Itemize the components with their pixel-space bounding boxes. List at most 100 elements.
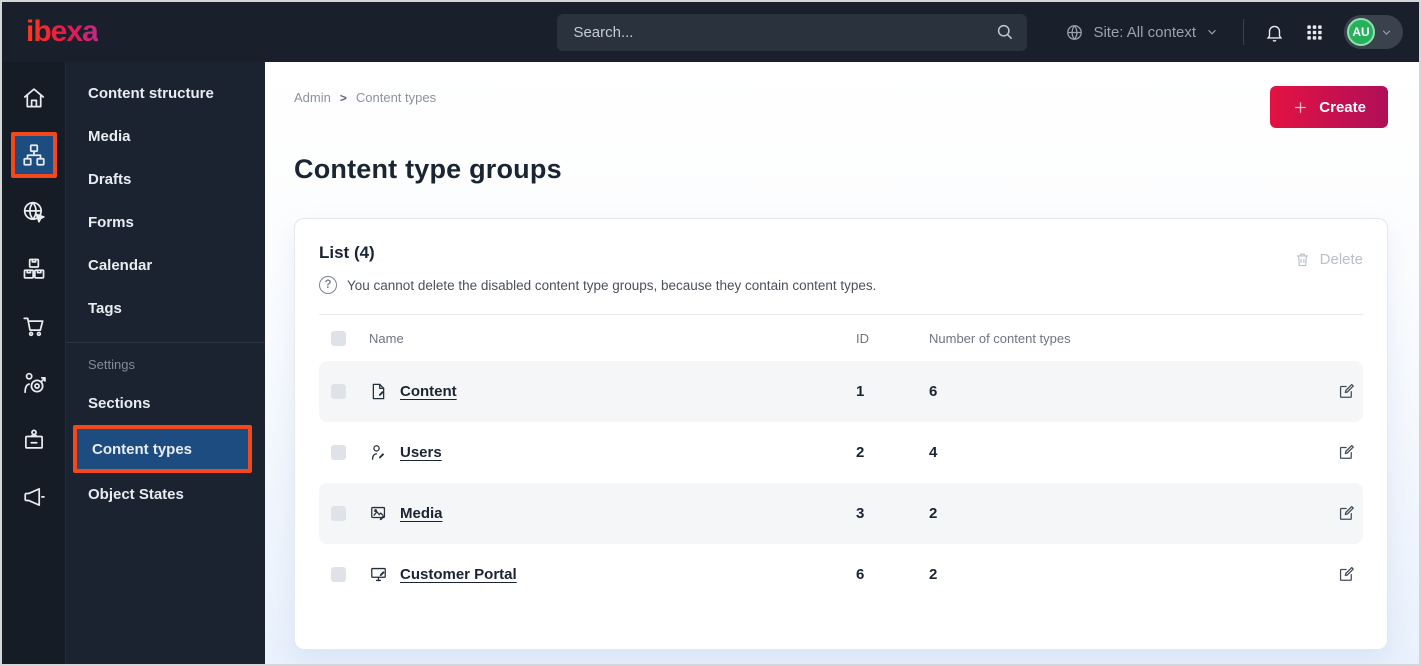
globe-pointer-icon xyxy=(21,199,47,225)
sidebar-item-drafts[interactable]: Drafts xyxy=(66,158,265,201)
group-content-type-count: 6 xyxy=(929,383,938,400)
sidebar-item-content-types[interactable]: Content types xyxy=(73,425,252,473)
table-header: Name ID Number of content types xyxy=(319,315,1363,361)
delete-button[interactable]: Delete xyxy=(1294,251,1363,268)
sidebar-item-sections[interactable]: Sections xyxy=(66,382,265,425)
sidebar-item-media[interactable]: Media xyxy=(66,115,265,158)
group-content-type-count: 2 xyxy=(929,566,938,583)
ibexa-logo[interactable]: ibexa xyxy=(26,15,99,49)
edit-group-button[interactable] xyxy=(1335,562,1358,588)
edit-icon xyxy=(1337,564,1356,583)
id-badge-icon xyxy=(21,427,47,453)
list-title: List (4) xyxy=(319,243,375,262)
row-checkbox[interactable] xyxy=(331,567,346,582)
edit-icon xyxy=(1337,503,1356,522)
image-edit-icon xyxy=(369,504,388,523)
rail-item-admin[interactable] xyxy=(11,417,57,463)
rail-item-dashboard[interactable] xyxy=(11,75,57,121)
cart-icon xyxy=(21,313,47,339)
trash-icon xyxy=(1294,251,1311,268)
rail-item-commerce[interactable] xyxy=(11,303,57,349)
select-all-checkbox[interactable] xyxy=(331,330,346,346)
chevron-down-icon xyxy=(1205,25,1219,39)
user-menu[interactable]: AU xyxy=(1344,15,1403,49)
sidebar-item-content-structure[interactable]: Content structure xyxy=(66,72,265,115)
megaphone-icon xyxy=(21,484,47,510)
table-row: Content 1 6 xyxy=(319,361,1363,422)
site-context-selector[interactable]: Site: All context xyxy=(1065,23,1219,42)
rail-item-marketing[interactable] xyxy=(11,474,57,520)
icon-rail xyxy=(2,62,66,664)
edit-icon xyxy=(1337,381,1356,400)
list-card: List (4) ? You cannot delete the disable… xyxy=(294,218,1388,650)
settings-section-label: Settings xyxy=(88,357,135,372)
settings-menu: Sections Content types Object States xyxy=(66,382,265,516)
app-grid-icon[interactable] xyxy=(1305,23,1324,42)
help-icon: ? xyxy=(319,276,337,294)
sidebar-item-forms[interactable]: Forms xyxy=(66,201,265,244)
list-info-text: You cannot delete the disabled content t… xyxy=(347,277,877,293)
sidebar-item-tags[interactable]: Tags xyxy=(66,287,265,330)
group-content-type-count: 2 xyxy=(929,505,938,522)
create-button-label: Create xyxy=(1319,98,1366,116)
avatar: AU xyxy=(1347,18,1375,46)
create-button[interactable]: Create xyxy=(1270,86,1388,128)
rail-item-personalization[interactable] xyxy=(11,360,57,406)
row-checkbox[interactable] xyxy=(331,445,346,460)
breadcrumb-item[interactable]: Content types xyxy=(356,90,436,105)
group-name-link[interactable]: Customer Portal xyxy=(400,566,517,583)
row-checkbox[interactable] xyxy=(331,506,346,521)
person-target-icon xyxy=(21,370,47,396)
settings-divider xyxy=(66,342,265,343)
delete-button-label: Delete xyxy=(1319,251,1363,268)
rail-item-product-catalog[interactable] xyxy=(11,246,57,292)
global-search[interactable] xyxy=(557,13,1028,51)
rail-item-content[interactable] xyxy=(10,132,57,178)
sitemap-icon xyxy=(21,142,47,168)
rail-item-site[interactable] xyxy=(11,189,57,235)
table-row: Media 3 2 xyxy=(319,483,1363,544)
group-id: 2 xyxy=(856,444,865,461)
app-window: ibexa Site: All context xyxy=(0,0,1421,666)
column-header-name: Name xyxy=(369,330,404,346)
user-edit-icon xyxy=(369,443,388,462)
table-body: Content 1 6 Users 2 4 Media 3 2 Customer Portal 6 2 xyxy=(319,361,1363,605)
group-name-link[interactable]: Media xyxy=(400,505,443,522)
main-content: Admin > Content types Create Content type … xyxy=(265,62,1419,664)
column-header-count: Number of content types xyxy=(929,330,1071,346)
group-name-link[interactable]: Content xyxy=(400,383,457,400)
group-name-link[interactable]: Users xyxy=(400,444,442,461)
notifications-bell-icon[interactable] xyxy=(1264,22,1285,43)
edit-group-button[interactable] xyxy=(1335,440,1358,466)
file-edit-icon xyxy=(369,382,388,401)
breadcrumb: Admin > Content types xyxy=(294,86,436,105)
search-icon[interactable] xyxy=(995,22,1015,42)
edit-group-button[interactable] xyxy=(1335,501,1358,527)
site-context-label: Site: All context xyxy=(1093,23,1196,41)
group-id: 1 xyxy=(856,383,865,400)
chevron-down-icon xyxy=(1380,26,1393,39)
group-id: 6 xyxy=(856,566,865,583)
topbar: ibexa Site: All context xyxy=(2,2,1419,62)
table-row: Users 2 4 xyxy=(319,422,1363,483)
topbar-right: Site: All context AU xyxy=(1065,15,1403,49)
row-checkbox[interactable] xyxy=(331,384,346,399)
plus-icon xyxy=(1292,99,1309,116)
sidebar-panel: Content structure Media Drafts Forms Calenda… xyxy=(66,62,265,664)
home-icon xyxy=(21,85,47,111)
group-id: 3 xyxy=(856,505,865,522)
breadcrumb-separator: > xyxy=(339,90,347,105)
edit-group-button[interactable] xyxy=(1335,379,1358,405)
table-row: Customer Portal 6 2 xyxy=(319,544,1363,605)
sidebar-item-object-states[interactable]: Object States xyxy=(66,473,265,516)
group-content-type-count: 4 xyxy=(929,444,938,461)
sidebar-item-calendar[interactable]: Calendar xyxy=(66,244,265,287)
topbar-divider xyxy=(1243,19,1244,45)
globe-icon xyxy=(1065,23,1084,42)
monitor-edit-icon xyxy=(369,565,388,584)
column-header-id: ID xyxy=(856,330,869,346)
sidebar-menu: Content structure Media Drafts Forms Calenda… xyxy=(66,72,265,330)
search-input[interactable] xyxy=(573,23,996,41)
list-info: ? You cannot delete the disabled content… xyxy=(319,276,876,294)
breadcrumb-item[interactable]: Admin xyxy=(294,90,331,105)
